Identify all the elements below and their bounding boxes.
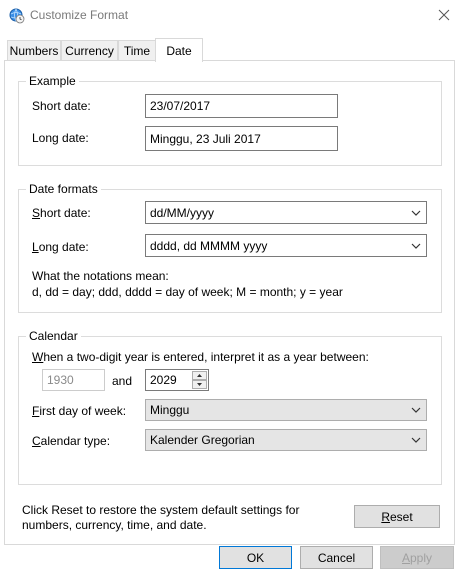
tab-currency[interactable]: Currency bbox=[61, 40, 118, 60]
reset-description: Click Reset to restore the system defaul… bbox=[22, 503, 300, 532]
apply-button[interactable]: Apply bbox=[380, 546, 454, 569]
chevron-down-icon bbox=[411, 243, 421, 249]
short-date-format-combo[interactable]: dd/MM/yyyy bbox=[145, 201, 427, 224]
short-date-label: Short date: bbox=[32, 206, 91, 220]
long-date-label: Long date: bbox=[32, 240, 89, 254]
first-day-value: Minggu bbox=[150, 403, 190, 417]
tab-time[interactable]: Time bbox=[118, 40, 156, 60]
date-formats-group-title: Date formats bbox=[26, 182, 101, 196]
reset-button[interactable]: Reset bbox=[354, 505, 440, 528]
calendar-type-label: Calendar type: bbox=[32, 434, 111, 448]
close-icon bbox=[438, 9, 450, 21]
first-day-label: First day of week: bbox=[32, 404, 127, 418]
long-date-example-field: Minggu, 23 Juli 2017 bbox=[145, 126, 338, 151]
year-from-field: 1930 bbox=[42, 369, 105, 391]
chevron-down-icon bbox=[411, 437, 421, 443]
calendar-type-value: Kalender Gregorian bbox=[150, 433, 255, 447]
calendar-type-combo[interactable]: Kalender Gregorian bbox=[145, 429, 427, 451]
short-date-example-label: Short date: bbox=[32, 99, 91, 113]
first-day-combo[interactable]: Minggu bbox=[145, 399, 427, 421]
and-label: and bbox=[112, 374, 133, 388]
caret-up-icon bbox=[197, 374, 202, 377]
year-down-button[interactable] bbox=[192, 380, 207, 389]
tab-numbers[interactable]: Numbers bbox=[7, 40, 61, 60]
calendar-group-title: Calendar bbox=[26, 329, 81, 343]
tab-date[interactable]: Date bbox=[155, 38, 203, 62]
long-date-example-label: Long date: bbox=[32, 131, 89, 145]
notation-text: d, dd = day; ddd, dddd = day of week; M … bbox=[32, 285, 343, 299]
year-up-button[interactable] bbox=[192, 371, 207, 380]
chevron-down-icon bbox=[411, 407, 421, 413]
notation-title: What the notations mean: bbox=[32, 269, 169, 283]
caret-down-icon bbox=[197, 383, 202, 386]
long-date-format-value: dddd, dd MMMM yyyy bbox=[150, 238, 268, 253]
two-digit-year-label: When a two-digit year is entered, interp… bbox=[32, 350, 369, 364]
cancel-button[interactable]: Cancel bbox=[300, 546, 373, 569]
short-date-example-field: 23/07/2017 bbox=[145, 94, 338, 118]
close-button[interactable] bbox=[427, 0, 461, 30]
long-date-format-combo[interactable]: dddd, dd MMMM yyyy bbox=[145, 234, 427, 257]
example-group-title: Example bbox=[26, 74, 79, 88]
ok-button[interactable]: OK bbox=[219, 546, 292, 569]
window-title: Customize Format bbox=[30, 8, 129, 22]
globe-clock-icon bbox=[9, 8, 25, 24]
short-date-format-value: dd/MM/yyyy bbox=[150, 205, 215, 220]
chevron-down-icon bbox=[411, 210, 421, 216]
